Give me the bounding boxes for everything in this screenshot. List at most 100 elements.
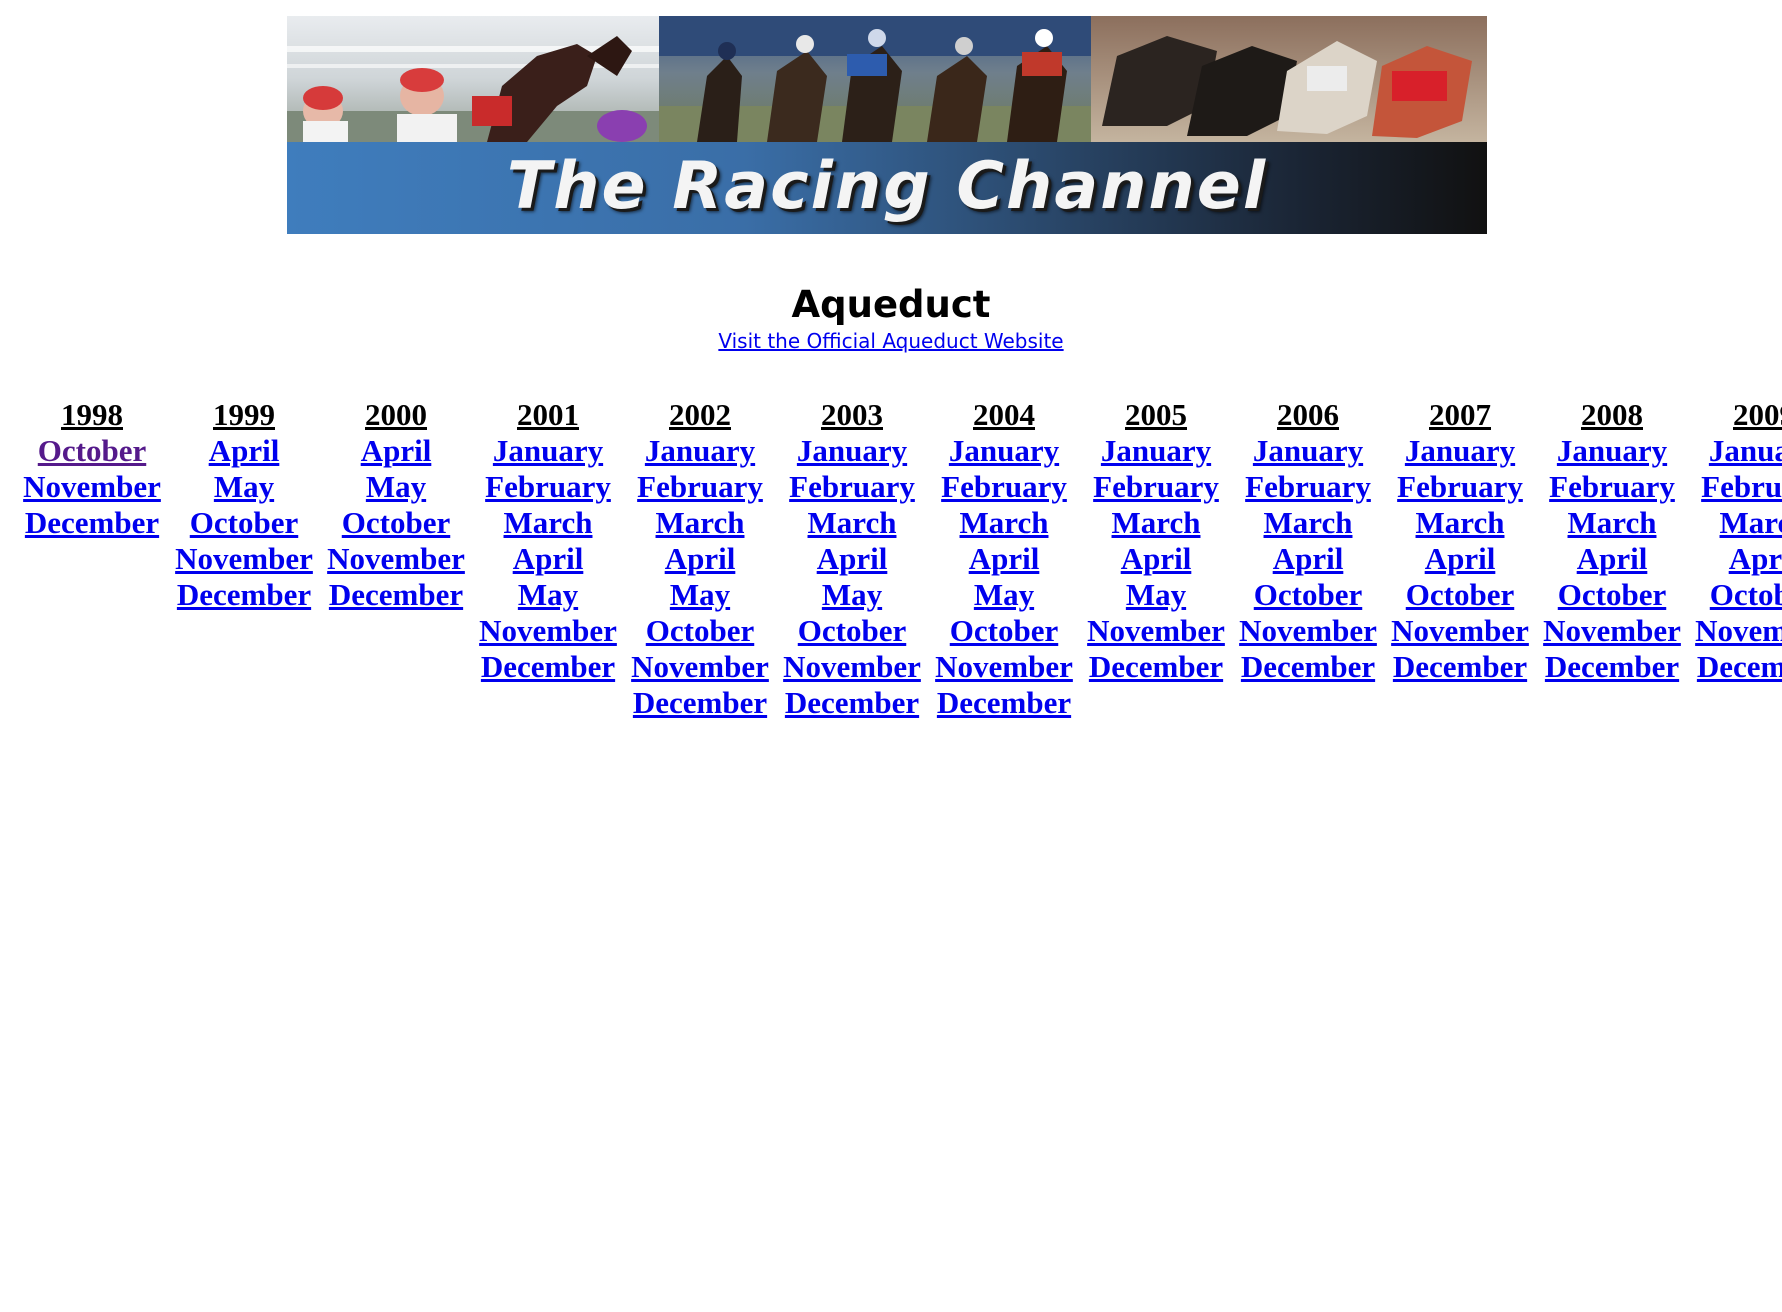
month-link-february[interactable]: February xyxy=(472,469,624,505)
month-link-april[interactable]: April xyxy=(472,541,624,577)
month-link-january[interactable]: January xyxy=(472,433,624,469)
month-link-february[interactable]: February xyxy=(928,469,1080,505)
month-link-may[interactable]: May xyxy=(472,577,624,613)
archive-table: 1998 October November December 1999 April May O… xyxy=(0,397,1782,737)
month-link-february[interactable]: February xyxy=(776,469,928,505)
month-link-december[interactable]: December xyxy=(320,577,472,613)
month-link-april[interactable]: April xyxy=(1080,541,1232,577)
year-heading: 2009 xyxy=(1733,397,1782,432)
month-link-november[interactable]: November xyxy=(16,469,168,505)
racing-photo-strip xyxy=(287,16,1487,142)
month-link-october[interactable]: October xyxy=(1536,577,1688,613)
month-link-may[interactable]: May xyxy=(928,577,1080,613)
month-link-october[interactable]: October xyxy=(928,613,1080,649)
month-link-may[interactable]: May xyxy=(168,469,320,505)
month-link-october[interactable]: October xyxy=(16,433,168,469)
official-website-link[interactable]: Visit the Official Aqueduct Website xyxy=(718,329,1063,353)
month-link-october[interactable]: October xyxy=(1232,577,1384,613)
year-column-1998: 1998 October November December xyxy=(16,397,168,541)
month-link-november[interactable]: November xyxy=(1384,613,1536,649)
month-link-november[interactable]: November xyxy=(928,649,1080,685)
month-link-april[interactable]: April xyxy=(624,541,776,577)
year-column-1999: 1999 April May October November December xyxy=(168,397,320,613)
month-link-march[interactable]: March xyxy=(1688,505,1782,541)
month-link-october[interactable]: October xyxy=(624,613,776,649)
month-link-march[interactable]: March xyxy=(776,505,928,541)
month-link-january[interactable]: January xyxy=(1384,433,1536,469)
year-column-2009: 2009JanuaryFebruaryMarchAprilOctoberNove… xyxy=(1688,397,1782,685)
month-link-december[interactable]: December xyxy=(624,685,776,721)
month-link-november[interactable]: November xyxy=(320,541,472,577)
month-link-november[interactable]: November xyxy=(168,541,320,577)
month-link-march[interactable]: March xyxy=(624,505,776,541)
month-link-february[interactable]: February xyxy=(1232,469,1384,505)
month-link-may[interactable]: May xyxy=(624,577,776,613)
month-link-november[interactable]: November xyxy=(472,613,624,649)
month-link-december[interactable]: December xyxy=(1080,649,1232,685)
month-link-november[interactable]: November xyxy=(624,649,776,685)
month-link-december[interactable]: December xyxy=(168,577,320,613)
month-link-december[interactable]: December xyxy=(1688,649,1782,685)
month-link-january[interactable]: January xyxy=(776,433,928,469)
year-column-2000: 2000 April May October November December xyxy=(320,397,472,613)
month-link-january[interactable]: January xyxy=(624,433,776,469)
month-link-october[interactable]: October xyxy=(1384,577,1536,613)
year-column-2001: 2001 January February March April May November… xyxy=(472,397,624,685)
month-link-december[interactable]: December xyxy=(1536,649,1688,685)
month-link-october[interactable]: October xyxy=(776,613,928,649)
month-link-march[interactable]: March xyxy=(1536,505,1688,541)
month-link-april[interactable]: April xyxy=(320,433,472,469)
month-link-may[interactable]: May xyxy=(1080,577,1232,613)
month-link-january[interactable]: January xyxy=(1232,433,1384,469)
month-link-october[interactable]: October xyxy=(168,505,320,541)
month-link-march[interactable]: March xyxy=(1384,505,1536,541)
year-column-2002: 2002 January February March April May October N… xyxy=(624,397,776,721)
month-link-april[interactable]: April xyxy=(1384,541,1536,577)
month-link-april[interactable]: April xyxy=(1688,541,1782,577)
month-link-january[interactable]: January xyxy=(928,433,1080,469)
month-link-december[interactable]: December xyxy=(1384,649,1536,685)
month-link-march[interactable]: March xyxy=(472,505,624,541)
month-link-march[interactable]: March xyxy=(1080,505,1232,541)
year-heading: 2007 xyxy=(1429,397,1491,432)
month-link-november[interactable]: November xyxy=(1688,613,1782,649)
month-link-december[interactable]: December xyxy=(1232,649,1384,685)
month-link-november[interactable]: November xyxy=(1536,613,1688,649)
year-heading: 2002 xyxy=(669,397,731,432)
month-link-march[interactable]: March xyxy=(1232,505,1384,541)
month-link-october[interactable]: October xyxy=(320,505,472,541)
month-link-may[interactable]: May xyxy=(776,577,928,613)
month-link-march[interactable]: March xyxy=(928,505,1080,541)
month-link-december[interactable]: December xyxy=(776,685,928,721)
month-link-february[interactable]: February xyxy=(624,469,776,505)
month-link-november[interactable]: November xyxy=(1080,613,1232,649)
year-heading: 2000 xyxy=(365,397,427,432)
month-link-april[interactable]: April xyxy=(776,541,928,577)
month-link-december[interactable]: December xyxy=(16,505,168,541)
site-title: The Racing Channel xyxy=(506,149,1268,224)
month-link-january[interactable]: January xyxy=(1536,433,1688,469)
month-link-december[interactable]: December xyxy=(928,685,1080,721)
month-link-april[interactable]: April xyxy=(168,433,320,469)
month-link-february[interactable]: February xyxy=(1080,469,1232,505)
banner-title-bar: The Racing Channel xyxy=(287,142,1487,234)
year-column-2004: 2004 January February March April May October N… xyxy=(928,397,1080,721)
month-link-december[interactable]: December xyxy=(472,649,624,685)
month-link-april[interactable]: April xyxy=(928,541,1080,577)
month-link-november[interactable]: November xyxy=(1232,613,1384,649)
month-link-may[interactable]: May xyxy=(320,469,472,505)
page-title: Aqueduct xyxy=(791,283,991,326)
month-link-october[interactable]: October xyxy=(1688,577,1782,613)
month-link-february[interactable]: February xyxy=(1384,469,1536,505)
site-banner: The Racing Channel xyxy=(287,16,1487,234)
month-link-november[interactable]: November xyxy=(776,649,928,685)
month-link-april[interactable]: April xyxy=(1536,541,1688,577)
year-heading: 2001 xyxy=(517,397,579,432)
month-link-january[interactable]: January xyxy=(1688,433,1782,469)
month-link-february[interactable]: February xyxy=(1688,469,1782,505)
year-heading: 1999 xyxy=(213,397,275,432)
month-link-april[interactable]: April xyxy=(1232,541,1384,577)
year-heading: 1998 xyxy=(61,397,123,432)
month-link-january[interactable]: January xyxy=(1080,433,1232,469)
month-link-february[interactable]: February xyxy=(1536,469,1688,505)
